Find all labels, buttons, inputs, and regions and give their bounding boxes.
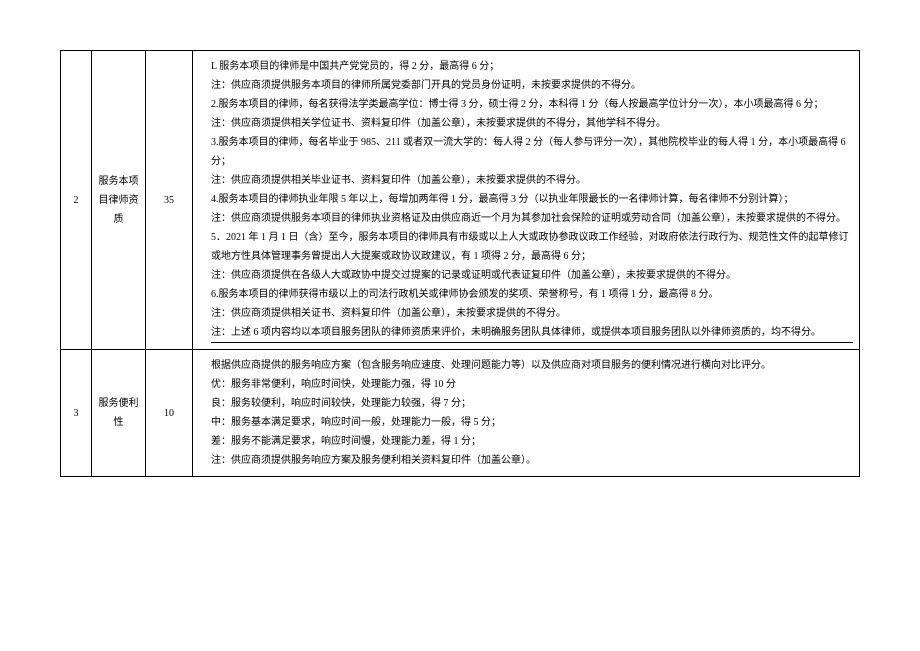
row-body: L 服务本项目的律师是中国共产党党员的，得 2 分，最高得 6 分； 注：供应商… <box>193 51 860 350</box>
body-line: 优：服务非常便利，响应时间快，处理能力强，得 10 分 <box>211 375 853 394</box>
body-line: 注：供应商须提供相关学位证书、资料复印件（加盖公章），未按要求提供的不得分，其他… <box>211 114 853 133</box>
body-line: 5．2021 年 1 月 1 日（含）至今，服务本项目的律师具有市级或以上人大或… <box>211 228 853 266</box>
table-row: 2 服务本项目律师资质 35 L 服务本项目的律师是中国共产党党员的，得 2 分… <box>61 51 860 350</box>
evaluation-table: 2 服务本项目律师资质 35 L 服务本项目的律师是中国共产党党员的，得 2 分… <box>60 50 860 477</box>
body-line: L 服务本项目的律师是中国共产党党员的，得 2 分，最高得 6 分； <box>211 57 853 76</box>
body-line: 注：供应商须提供服务本项目的律师执业资格证及由供应商近一个月为其参加社会保险的证… <box>211 209 853 228</box>
row-body: 根据供应商提供的服务响应方案（包含服务响应速度、处理问题能力等）以及供应商对项目… <box>193 350 860 477</box>
body-line: 根据供应商提供的服务响应方案（包含服务响应速度、处理问题能力等）以及供应商对项目… <box>211 356 853 375</box>
document-page: 2 服务本项目律师资质 35 L 服务本项目的律师是中国共产党党员的，得 2 分… <box>0 0 920 507</box>
row-index: 2 <box>61 51 92 350</box>
body-line: 注：供应商须提供服务响应方案及服务便利相关资料复印件（加盖公章）。 <box>211 451 853 470</box>
body-line: 注：上述 6 项内容均以本项目服务团队的律师资质来评价，未明确服务团队具体律师，… <box>211 323 853 343</box>
row-name: 服务便利性 <box>92 350 146 477</box>
body-line: 3.服务本项目的律师，每名毕业于 985、211 或者双一流大学的：每人得 2 … <box>211 133 853 171</box>
row-index: 3 <box>61 350 92 477</box>
body-line: 6.服务本项目的律师获得市级以上的司法行政机关或律师协会颁发的奖项、荣誉称号，有… <box>211 285 853 304</box>
body-line: 4.服务本项目的律师执业年限 5 年以上，每增加两年得 1 分，最高得 3 分（… <box>211 190 853 209</box>
body-line: 差：服务不能满足要求，响应时间慢，处理能力差，得 1 分； <box>211 432 853 451</box>
row-score: 35 <box>146 51 193 350</box>
body-line: 注：供应商须提供相关证书、资料复印件（加盖公章），未按要求提供的不得分。 <box>211 304 853 323</box>
row-name: 服务本项目律师资质 <box>92 51 146 350</box>
body-line: 良：服务较便利，响应时间较快，处理能力较强，得 7 分； <box>211 394 853 413</box>
body-line: 注：供应商须提供服务本项目的律师所属党委部门开具的党员身份证明，未按要求提供的不… <box>211 76 853 95</box>
row-score: 10 <box>146 350 193 477</box>
body-line: 注：供应商须提供相关毕业证书、资料复印件（加盖公章），未按要求提供的不得分。 <box>211 171 853 190</box>
body-line: 2.服务本项目的律师，每名获得法学类最高学位：博士得 3 分，硕士得 2 分，本… <box>211 95 853 114</box>
body-line: 中：服务基本满足要求，响应时间一般，处理能力一般，得 5 分； <box>211 413 853 432</box>
table-row: 3 服务便利性 10 根据供应商提供的服务响应方案（包含服务响应速度、处理问题能… <box>61 350 860 477</box>
body-line: 注：供应商须提供在各级人大或政协中提交过提案的记录或证明或代表证复印件（加盖公章… <box>211 266 853 285</box>
